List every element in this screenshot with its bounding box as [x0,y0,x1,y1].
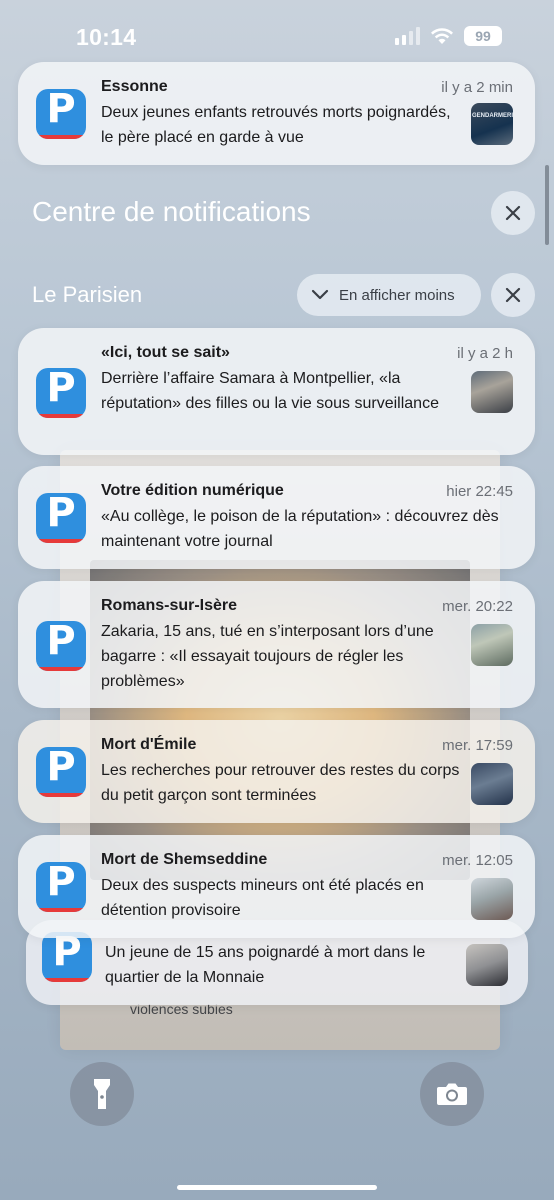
notification-essonne[interactable]: P Essonne il y a 2 min Deux jeunes enfan… [18,62,535,165]
status-icons: 99 [395,26,502,46]
status-bar: 10:14 99 [0,0,554,70]
clear-all-button[interactable] [491,191,535,235]
status-time: 10:14 [76,24,137,50]
notification-thumbnail [466,944,508,986]
notification-title: Mort d'Émile [101,736,197,753]
notification-mort-de-shemseddine[interactable]: P Mort de Shemseddine mer. 12:05 Deux de… [18,835,535,938]
notification-thumbnail [471,624,513,666]
notification-title: «Ici, tout se sait» [101,344,230,361]
notification-title: Romans-sur-Isère [101,597,238,614]
notification-romans-sur-isere[interactable]: P Romans-sur-Isère mer. 20:22 Zakaria, 1… [18,581,535,708]
notification-body: Zakaria, 15 ans, tué en s’interposant lo… [101,623,434,690]
notification-body: Deux des suspects mineurs ont été placés… [101,877,424,919]
show-less-label: En afficher moins [339,286,455,304]
scroll-indicator [545,165,549,245]
notification-thumbnail [471,371,513,413]
notification-center-title: Centre de notifications [32,196,311,227]
le-parisien-app-icon: P [42,932,92,982]
clear-group-button[interactable] [491,273,535,317]
notification-time: il y a 2 min [441,79,513,96]
notification-thumbnail [471,763,513,805]
home-indicator[interactable] [177,1185,377,1190]
show-less-button[interactable]: En afficher moins [297,274,481,316]
le-parisien-app-icon: P [36,493,86,543]
le-parisien-app-icon: P [36,89,86,139]
notification-body: «Au collège, le poison de la réputation»… [101,508,499,550]
notification-ici-tout-se-sait[interactable]: P «Ici, tout se sait» il y a 2 h Derrièr… [18,328,535,455]
notification-body: Derrière l’affaire Samara à Montpellier,… [101,370,439,412]
close-icon [505,287,521,303]
flashlight-button[interactable] [70,1062,134,1126]
notification-title: Mort de Shemseddine [101,851,268,868]
notification-time: mer. 17:59 [442,737,513,754]
notification-body: Deux jeunes enfants retrouvés morts poig… [101,104,451,146]
thumbnail-text: GENDARMERIE [472,113,513,119]
group-app-name: Le Parisien [32,282,143,307]
battery-icon: 99 [464,26,502,46]
chevron-down-icon [311,289,329,300]
notification-title: Votre édition numérique [101,482,284,499]
le-parisien-app-icon: P [36,747,86,797]
camera-icon [437,1083,467,1105]
wifi-icon [431,28,453,44]
close-icon [505,205,521,221]
le-parisien-app-icon: P [36,368,86,418]
notification-time: mer. 20:22 [442,598,513,615]
notification-time: mer. 12:05 [442,852,513,869]
le-parisien-app-icon: P [36,621,86,671]
notification-body: Les recherches pour retrouver des restes… [101,762,460,804]
signal-icon [395,27,420,45]
camera-button[interactable] [420,1062,484,1126]
flashlight-icon [94,1079,110,1109]
notification-edition-numerique[interactable]: P Votre édition numérique hier 22:45 «Au… [18,466,535,569]
notification-title: Essonne [101,78,168,95]
notification-mort-d-emile[interactable]: P Mort d'Émile mer. 17:59 Les recherches… [18,720,535,823]
notification-thumbnail: GENDARMERIE [471,103,513,145]
notification-time: hier 22:45 [446,483,513,500]
notification-time: il y a 2 h [457,345,513,362]
notification-thumbnail [471,878,513,920]
le-parisien-app-icon: P [36,862,86,912]
notification-body: Un jeune de 15 ans poignardé à mort dans… [105,944,426,986]
